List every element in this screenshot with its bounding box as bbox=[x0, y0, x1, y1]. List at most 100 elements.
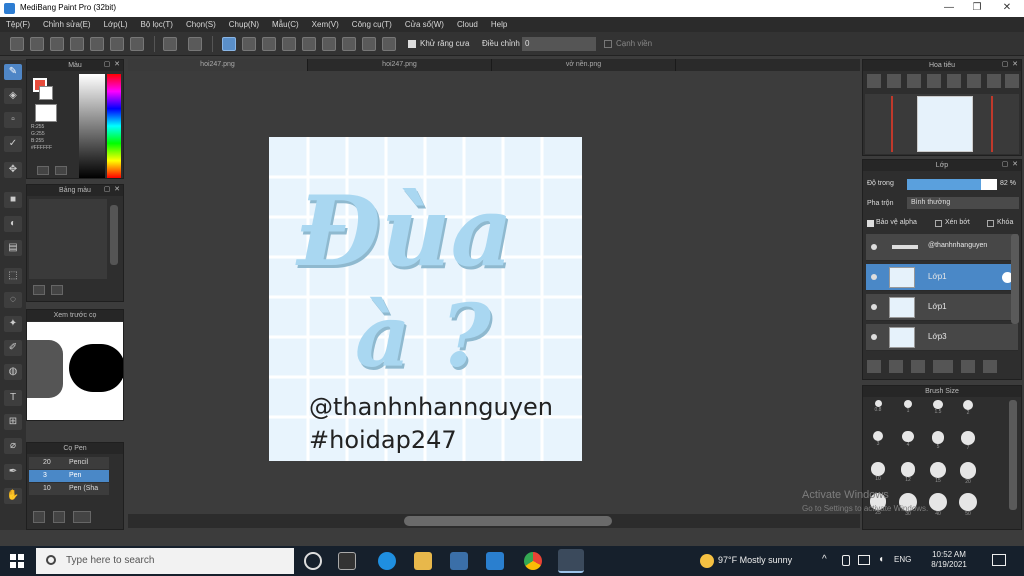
brush-size-option[interactable]: 12 bbox=[897, 462, 919, 483]
select-tool-icon[interactable]: ⬚ bbox=[4, 268, 22, 284]
bucket-tool-icon[interactable]: ◐ bbox=[4, 216, 22, 232]
weather-icon[interactable] bbox=[700, 554, 714, 568]
menu-cloud[interactable]: Cloud bbox=[457, 20, 478, 29]
panel-close-icon[interactable]: ✕ bbox=[1011, 61, 1019, 69]
panel-float-icon[interactable]: ▢ bbox=[1001, 161, 1009, 169]
snap-circle-icon[interactable] bbox=[322, 37, 336, 51]
lock-checkbox[interactable] bbox=[987, 220, 994, 227]
panel-float-icon[interactable]: ▢ bbox=[103, 186, 111, 194]
menu-view[interactable]: Xem(V) bbox=[312, 20, 339, 29]
zoom-in-icon[interactable] bbox=[867, 74, 881, 88]
settings-icon[interactable] bbox=[382, 37, 396, 51]
secondary-color-swatch[interactable] bbox=[39, 86, 53, 100]
lasso-tool-icon[interactable]: ◌ bbox=[4, 292, 22, 308]
snap-perspective-icon[interactable] bbox=[282, 37, 296, 51]
windows-start-icon[interactable] bbox=[10, 554, 24, 568]
eye-icon[interactable] bbox=[871, 274, 877, 280]
fit-icon[interactable] bbox=[907, 74, 921, 88]
select-pen-tool-icon[interactable]: ✐ bbox=[4, 340, 22, 356]
value-slider[interactable] bbox=[79, 74, 105, 178]
brush-settings-icon[interactable] bbox=[53, 511, 65, 523]
minimize-button[interactable]: — bbox=[934, 0, 964, 17]
eraser-tool-icon[interactable]: ◈ bbox=[4, 88, 22, 104]
brush-item-selected[interactable]: 3 Pen bbox=[29, 470, 109, 482]
stroke-checkbox[interactable] bbox=[604, 40, 612, 48]
brush-size-option[interactable]: 4 bbox=[897, 431, 919, 451]
move-tool-icon[interactable]: ✥ bbox=[4, 162, 22, 178]
hue-slider[interactable] bbox=[107, 74, 121, 178]
delete-layer-icon[interactable] bbox=[983, 360, 997, 373]
layer-type-icon[interactable] bbox=[933, 360, 953, 373]
divide-tool-icon[interactable]: ⊞ bbox=[4, 414, 22, 430]
home-icon[interactable] bbox=[30, 37, 44, 51]
tab-document[interactable]: hoi247.png bbox=[308, 59, 492, 71]
snap-ellipse-icon[interactable] bbox=[362, 37, 376, 51]
add-swatch-icon[interactable] bbox=[33, 285, 45, 295]
select-eraser-tool-icon[interactable]: ◍ bbox=[4, 364, 22, 380]
medibang-taskbar-icon[interactable] bbox=[558, 549, 584, 573]
panel-close-icon[interactable]: ✕ bbox=[113, 61, 121, 69]
check-tool-icon[interactable]: ✓ bbox=[4, 136, 22, 152]
brush-size-option[interactable]: 7 bbox=[957, 431, 979, 451]
brush-size-option[interactable]: 10 bbox=[867, 462, 889, 482]
task-view-icon[interactable] bbox=[338, 552, 356, 570]
layer-row[interactable]: Lớp1 bbox=[866, 294, 1018, 321]
drawing-canvas[interactable]: Đùa à ? @thanhnhannguyen #hoidap247 bbox=[269, 137, 582, 461]
scrollbar-thumb[interactable] bbox=[404, 516, 612, 526]
menu-help[interactable]: Help bbox=[491, 20, 507, 29]
menu-filter[interactable]: Bộ lọc(T) bbox=[141, 20, 173, 29]
menu-window[interactable]: Cửa sổ(W) bbox=[405, 20, 444, 29]
tab-document[interactable]: hoi247.png bbox=[128, 59, 308, 71]
undo-icon[interactable] bbox=[163, 37, 177, 51]
menu-edit[interactable]: Chỉnh sửa(E) bbox=[43, 20, 91, 29]
menu-template[interactable]: Mẫu(C) bbox=[272, 20, 299, 29]
eye-icon[interactable] bbox=[871, 244, 877, 250]
fill-rect-tool-icon[interactable]: ■ bbox=[4, 192, 22, 208]
menu-select[interactable]: Chọn(S) bbox=[186, 20, 216, 29]
snap-parallel-icon[interactable] bbox=[242, 37, 256, 51]
maximize-button[interactable]: ❐ bbox=[962, 0, 992, 17]
menu-file[interactable]: Tệp(F) bbox=[6, 20, 30, 29]
file-explorer-icon[interactable] bbox=[414, 552, 432, 570]
pen-tool-icon[interactable]: ✒ bbox=[4, 464, 22, 480]
brush-size-option[interactable]: 3 bbox=[867, 431, 889, 451]
brush-size-option[interactable]: 1.5 bbox=[927, 400, 949, 420]
eye-icon[interactable] bbox=[871, 304, 877, 310]
tab-document[interactable]: vở nền.png bbox=[492, 59, 676, 71]
brush-menu-icon[interactable] bbox=[73, 511, 91, 523]
flip-icon[interactable] bbox=[1005, 74, 1019, 88]
panel-float-icon[interactable]: ▢ bbox=[103, 61, 111, 69]
color-add-icon[interactable] bbox=[37, 166, 49, 175]
merge-layer-icon[interactable] bbox=[911, 360, 925, 373]
brush-size-option[interactable]: 1 bbox=[897, 400, 919, 420]
blend-mode-select[interactable]: Bình thường bbox=[907, 197, 1019, 209]
weather-text[interactable]: 97°F Mostly sunny bbox=[718, 555, 792, 565]
dot-tool-icon[interactable]: ▫ bbox=[4, 112, 22, 128]
chrome-icon[interactable] bbox=[524, 552, 542, 570]
frame-icon[interactable] bbox=[130, 37, 144, 51]
zoom-out-icon[interactable] bbox=[887, 74, 901, 88]
close-button[interactable]: ✕ bbox=[992, 0, 1022, 17]
brush-size-option[interactable]: 50 bbox=[957, 493, 979, 517]
brush-tool-icon[interactable]: ✎ bbox=[4, 64, 22, 80]
language-indicator[interactable]: ENG bbox=[894, 555, 911, 564]
snap-off-icon[interactable] bbox=[222, 37, 236, 51]
cloud-icon[interactable] bbox=[10, 37, 24, 51]
menu-tools[interactable]: Công cụ(T) bbox=[352, 20, 392, 29]
snap-grid-icon[interactable] bbox=[262, 37, 276, 51]
brush-size-option[interactable]: 5 bbox=[927, 431, 949, 451]
menu-layer[interactable]: Lớp(L) bbox=[104, 20, 128, 29]
store-icon[interactable] bbox=[450, 552, 468, 570]
new-layer-icon[interactable] bbox=[867, 360, 881, 373]
antialias-checkbox[interactable] bbox=[408, 40, 416, 48]
delete-swatch-icon[interactable] bbox=[51, 285, 63, 295]
panel-float-icon[interactable]: ▢ bbox=[1001, 61, 1009, 69]
rotate-left-icon[interactable] bbox=[947, 74, 961, 88]
network-icon[interactable] bbox=[858, 555, 870, 565]
battery-icon[interactable] bbox=[842, 555, 850, 566]
rotate-right-icon[interactable] bbox=[967, 74, 981, 88]
clipping-checkbox[interactable] bbox=[935, 220, 942, 227]
navigator-view[interactable] bbox=[865, 94, 1019, 154]
eye-icon[interactable] bbox=[871, 334, 877, 340]
layer-scrollbar[interactable] bbox=[1011, 234, 1019, 324]
